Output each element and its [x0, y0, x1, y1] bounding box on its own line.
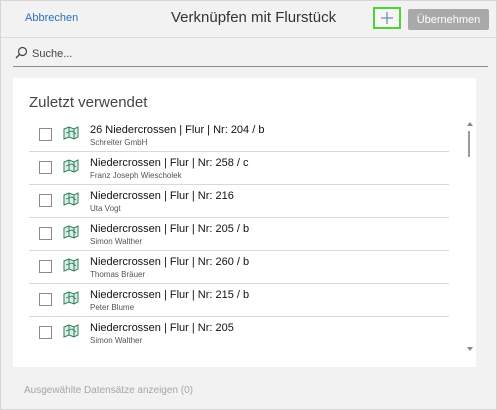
row-checkbox[interactable]	[39, 260, 52, 273]
search-bar[interactable]	[13, 44, 488, 66]
dialog-title: Verknüpfen mit Flurstück	[171, 9, 337, 26]
recent-list[interactable]: 26 Niedercrossen | Flur | Nr: 204 / b Sc…	[29, 119, 459, 349]
row-checkbox[interactable]	[39, 128, 52, 141]
parcel-map-icon	[63, 258, 79, 272]
item-title: Niedercrossen | Flur | Nr: 216	[90, 190, 234, 202]
recent-title: Zuletzt verwendet	[29, 94, 148, 111]
list-item[interactable]: Niedercrossen | Flur | Nr: 205 Simon Wal…	[29, 317, 459, 349]
cancel-button[interactable]: Abbrechen	[25, 12, 78, 24]
item-title: Niedercrossen | Flur | Nr: 260 / b	[90, 256, 250, 268]
list-item[interactable]: Niedercrossen | Flur | Nr: 215 / b Peter…	[29, 284, 459, 317]
item-title: Niedercrossen | Flur | Nr: 205 / b	[90, 223, 250, 235]
item-title: 26 Niedercrossen | Flur | Nr: 204 / b	[90, 124, 265, 136]
header-divider	[1, 37, 497, 38]
apply-button[interactable]: Übernehmen	[408, 9, 489, 30]
list-item[interactable]: 26 Niedercrossen | Flur | Nr: 204 / b Sc…	[29, 119, 459, 152]
item-title: Niedercrossen | Flur | Nr: 258 / c	[90, 157, 249, 169]
list-item[interactable]: Niedercrossen | Flur | Nr: 216 Uta Vogt	[29, 185, 459, 218]
scroll-up-arrow-icon[interactable]	[467, 122, 473, 126]
row-checkbox[interactable]	[39, 326, 52, 339]
item-title: Niedercrossen | Flur | Nr: 205	[90, 322, 234, 334]
show-selected-link[interactable]: Ausgewählte Datensätze anzeigen (0)	[24, 385, 193, 396]
list-item[interactable]: Niedercrossen | Flur | Nr: 260 / b Thoma…	[29, 251, 459, 284]
row-checkbox[interactable]	[39, 194, 52, 207]
row-checkbox[interactable]	[39, 161, 52, 174]
item-owner: Thomas Bräuer	[90, 270, 146, 279]
search-input[interactable]	[32, 44, 472, 64]
row-checkbox[interactable]	[39, 293, 52, 306]
search-icon	[15, 46, 28, 59]
item-owner: Franz Joseph Wiescholek	[90, 171, 182, 180]
item-owner: Uta Vogt	[90, 204, 121, 213]
item-owner: Schreiter GmbH	[90, 138, 148, 147]
parcel-map-icon	[63, 126, 79, 140]
search-underline	[13, 66, 488, 67]
parcel-map-icon	[63, 159, 79, 173]
plus-icon	[381, 12, 393, 24]
item-owner: Peter Blume	[90, 303, 135, 312]
scroll-down-arrow-icon[interactable]	[467, 347, 473, 351]
dialog: Abbrechen Verknüpfen mit Flurstück Übern…	[0, 0, 497, 410]
parcel-map-icon	[63, 324, 79, 338]
row-checkbox[interactable]	[39, 227, 52, 240]
item-owner: Simon Walther	[90, 237, 143, 246]
parcel-map-icon	[63, 225, 79, 239]
scrollbar-thumb[interactable]	[468, 131, 470, 157]
parcel-map-icon	[63, 192, 79, 206]
list-item[interactable]: Niedercrossen | Flur | Nr: 205 / b Simon…	[29, 218, 459, 251]
item-owner: Simon Walther	[90, 336, 143, 345]
list-item[interactable]: Niedercrossen | Flur | Nr: 258 / c Franz…	[29, 152, 459, 185]
recent-panel: Zuletzt verwendet 26 Niedercrossen | Flu…	[13, 78, 476, 367]
add-button[interactable]	[373, 7, 401, 29]
parcel-map-icon	[63, 291, 79, 305]
item-title: Niedercrossen | Flur | Nr: 215 / b	[90, 289, 250, 301]
list-scrollbar[interactable]	[465, 122, 474, 352]
